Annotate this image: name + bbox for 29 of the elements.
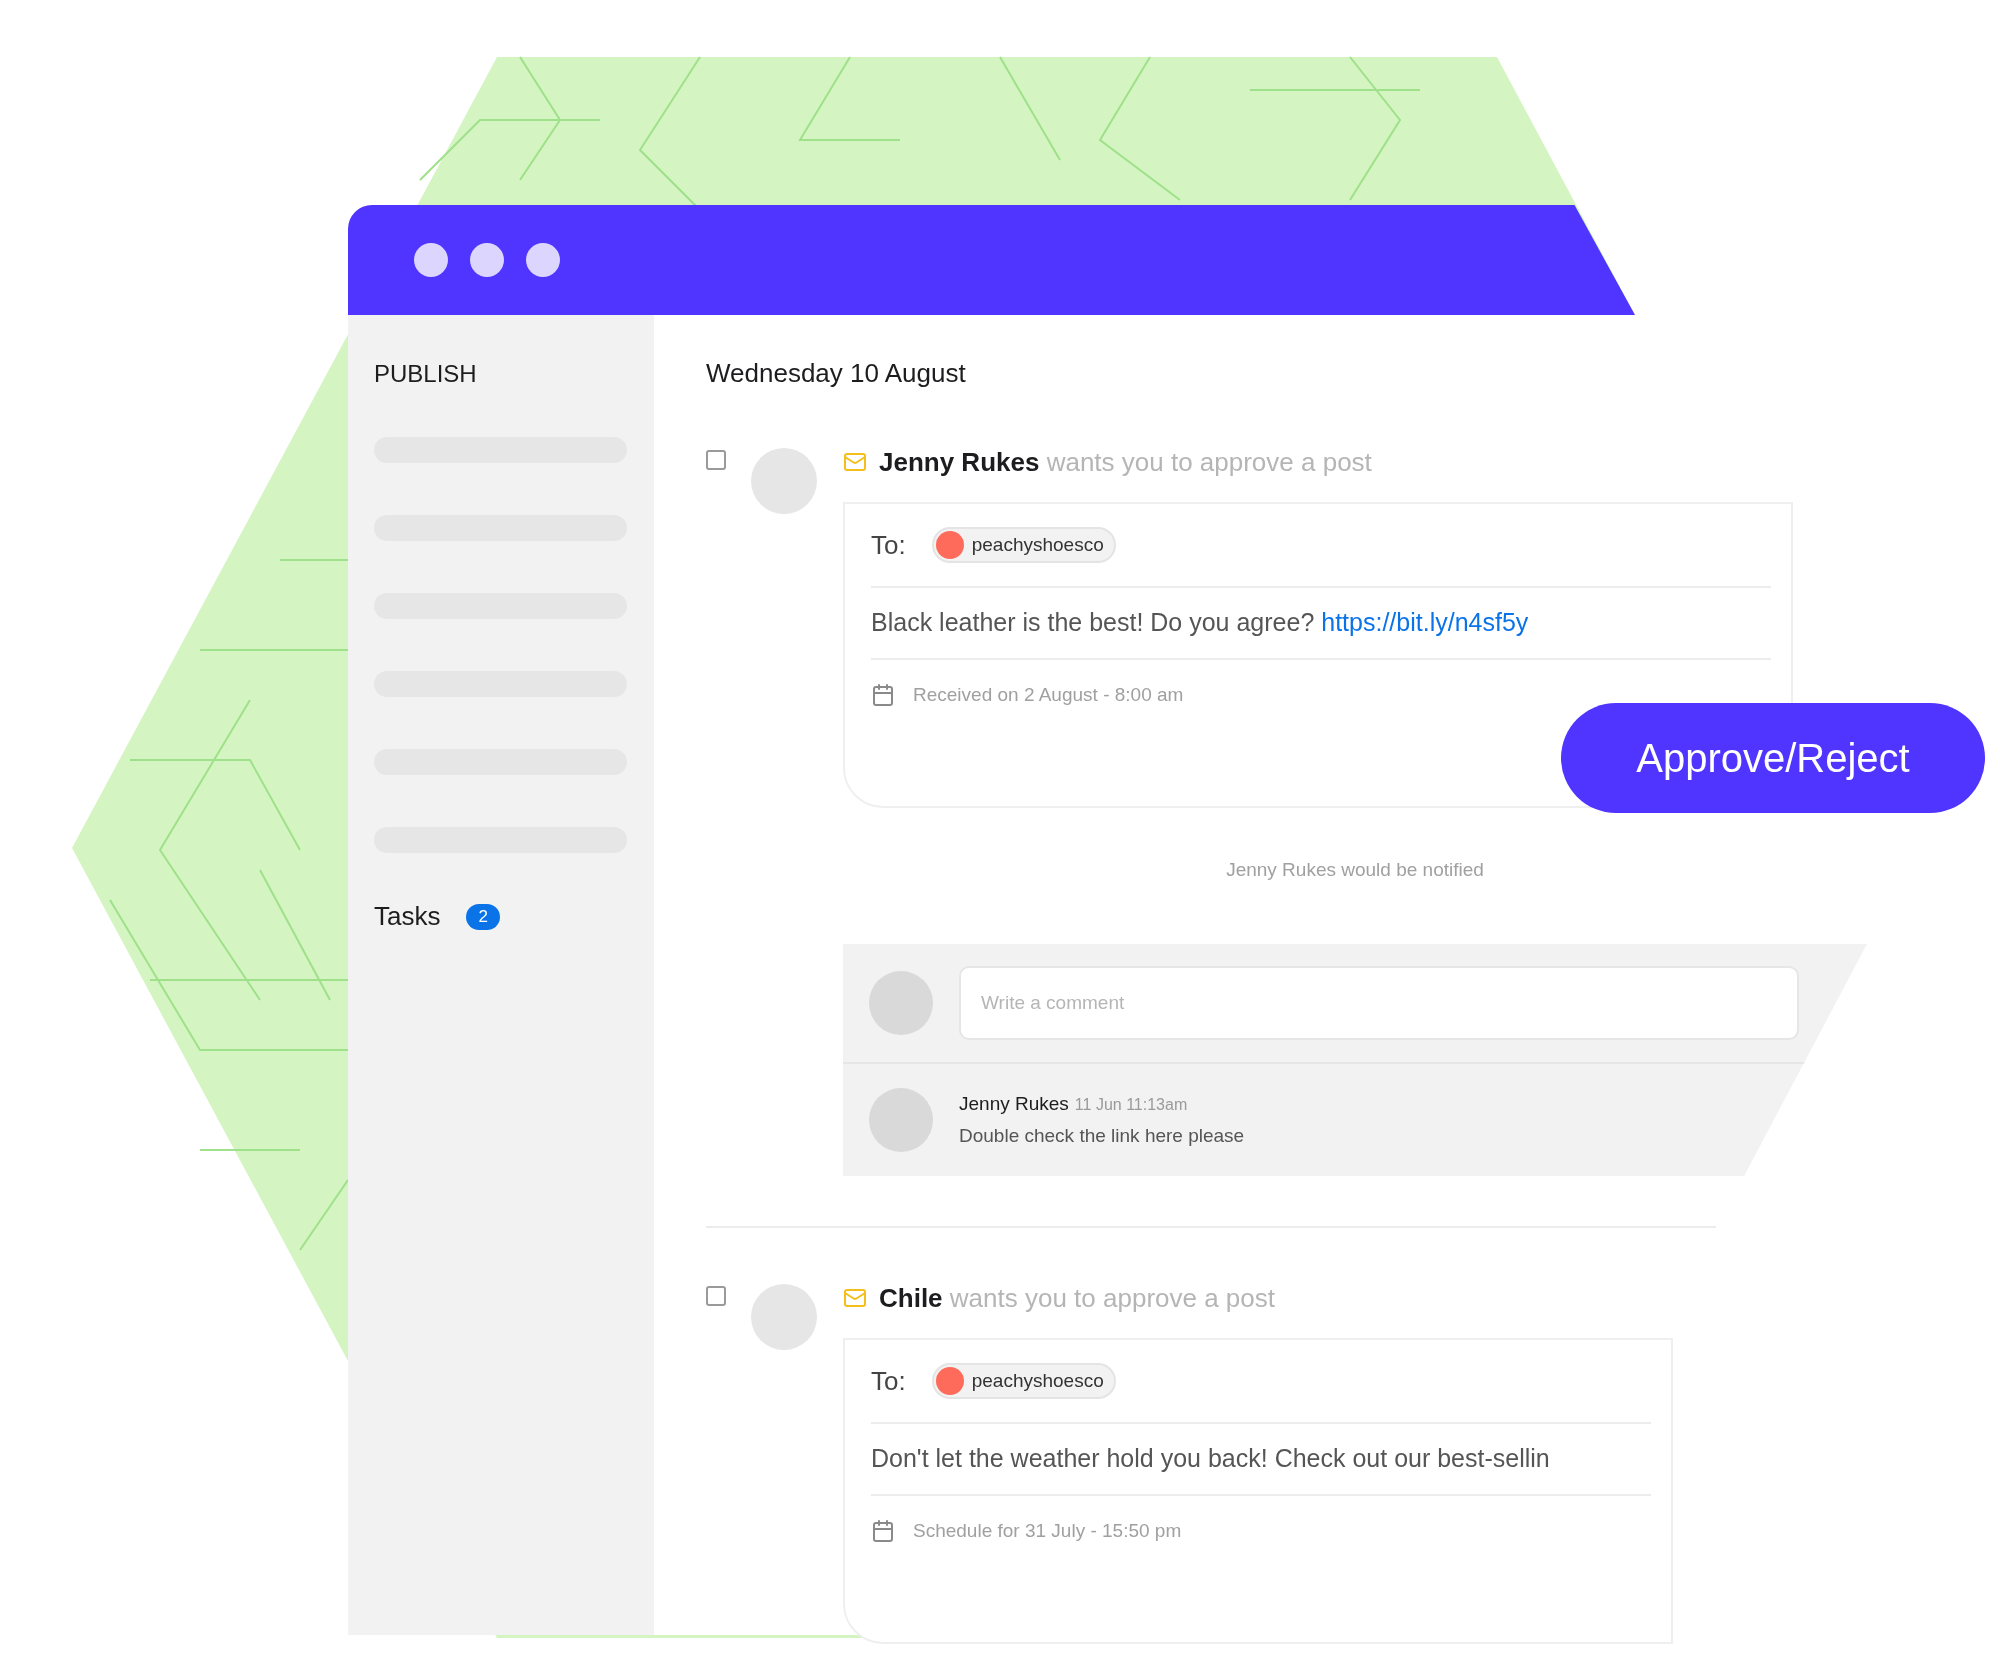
calendar-icon bbox=[871, 683, 895, 707]
post-date: Received on 2 August - 8:00 am bbox=[913, 682, 1184, 707]
checkbox[interactable] bbox=[706, 1286, 726, 1306]
post-text: Don't let the weather hold you back! Check out our best-sellin bbox=[871, 1443, 1550, 1475]
post-title: Chile wants you to approve a post bbox=[879, 1281, 1275, 1315]
count-badge: 2 bbox=[466, 903, 500, 930]
notice-text: Jenny Rukes would be notified bbox=[1225, 858, 1485, 882]
comment-field[interactable]: Write a comment bbox=[959, 966, 1799, 1040]
post-link[interactable]: https://bit.ly/n4sf5y bbox=[1321, 608, 1529, 637]
comment-text: Double check the link here please bbox=[959, 1124, 1245, 1148]
sidebar-item[interactable]: Tasks bbox=[374, 897, 441, 936]
comment-author: Jenny Rukes bbox=[959, 1091, 1069, 1116]
sidebar-title: PUBLISH bbox=[374, 359, 478, 389]
account-chip[interactable]: peachyshoesco bbox=[931, 1363, 1116, 1399]
mail-icon bbox=[843, 1286, 867, 1310]
to-label: To: bbox=[871, 528, 906, 562]
checkbox[interactable] bbox=[706, 450, 726, 470]
mail-icon bbox=[843, 450, 867, 474]
to-label: To: bbox=[871, 1364, 906, 1398]
post-date: Schedule for 31 July - 15:50 pm bbox=[913, 1518, 1182, 1543]
comment-time: 11 Jun 11:13am bbox=[1074, 1094, 1188, 1115]
account-avatar bbox=[935, 531, 964, 559]
date-heading: Wednesday 10 August bbox=[706, 357, 967, 389]
calendar-icon bbox=[871, 1519, 895, 1543]
account-avatar bbox=[935, 1367, 964, 1395]
account-chip[interactable]: peachyshoesco bbox=[931, 527, 1116, 563]
post-title: Jenny Rukes wants you to approve a post bbox=[879, 445, 1372, 479]
approve-reject-button[interactable]: Approve/Reject bbox=[1561, 703, 1985, 813]
post-text: Black leather is the best! Do you agree? https://bit.ly/n4sf5y bbox=[871, 607, 1529, 639]
